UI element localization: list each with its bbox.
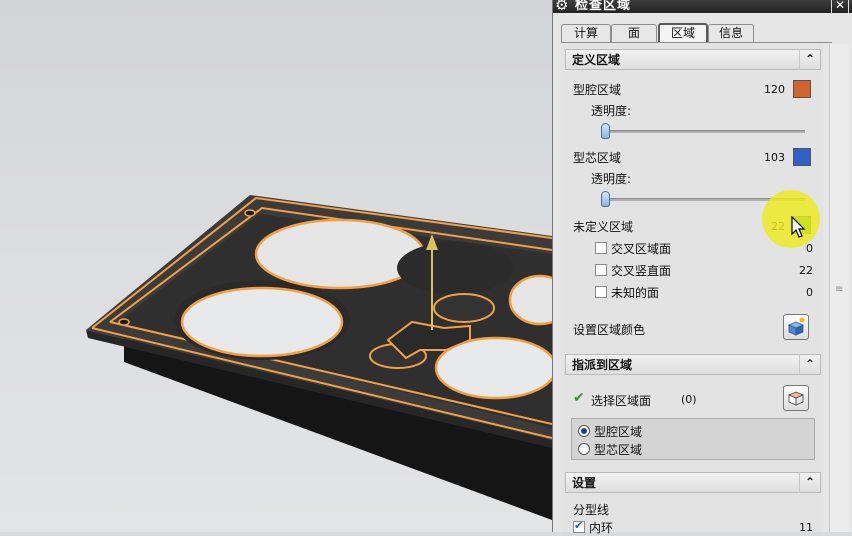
unknown-faces-count: 0 [806, 286, 813, 299]
radio-core-region[interactable] [578, 443, 590, 455]
mouse-pointer-icon [791, 216, 806, 238]
gear-icon[interactable]: ⚙ [555, 0, 568, 13]
parting-line-label: 分型线 [573, 503, 610, 517]
close-icon[interactable]: ✕ [831, 0, 849, 13]
tab-faces[interactable]: 面 [611, 24, 657, 42]
unknown-faces-checkbox[interactable] [595, 286, 607, 298]
core-region-label: 型芯区域 [573, 151, 622, 165]
intersect-vertical-faces-count: 22 [799, 264, 813, 277]
chevron-up-icon[interactable]: ⌃ [799, 49, 820, 70]
paint-cube-icon [787, 317, 805, 336]
dialog-scrollbar[interactable]: ≡ [829, 44, 849, 532]
cavity-region-label: 型腔区域 [573, 83, 622, 97]
inner-loop-label: 内环 [589, 521, 614, 535]
intersect-vertical-faces-label: 交叉竖直面 [611, 264, 672, 278]
set-region-color-label: 设置区域颜色 [573, 323, 646, 337]
corner-hole [118, 318, 130, 326]
radio-cavity-region[interactable] [578, 425, 590, 437]
core-region-count: 103 [764, 151, 785, 164]
section-assign-to-region[interactable]: 指派到区域 ⌃ [565, 354, 821, 375]
intersect-region-faces-checkbox[interactable] [595, 242, 607, 254]
region-radio-group: 型腔区域 型芯区域 [571, 418, 815, 460]
section-title: 设置 [572, 476, 597, 490]
cavity-transparency-label: 透明度: [591, 104, 632, 118]
intersect-vertical-faces-checkbox[interactable] [595, 264, 607, 276]
section-title: 指派到区域 [572, 358, 633, 372]
scrollbar-grip[interactable]: ≡ [835, 285, 844, 295]
tab-regions[interactable]: 区域 [658, 23, 708, 43]
section-title: 定义区域 [572, 53, 621, 67]
cavity-region-count: 120 [764, 83, 785, 96]
cavity-transparency-track[interactable] [601, 130, 805, 133]
dialog-title: 检查区域 [575, 0, 632, 13]
pocket-small [433, 293, 495, 323]
core-color-swatch[interactable] [793, 148, 811, 166]
chevron-up-icon[interactable]: ⌃ [799, 472, 820, 493]
tab-info[interactable]: 信息 [708, 24, 754, 42]
tab-divider [561, 42, 832, 43]
set-region-color-button[interactable] [783, 314, 809, 340]
radio-core-region-label[interactable]: 型芯区域 [594, 441, 642, 458]
radio-cavity-region-label[interactable]: 型腔区域 [594, 423, 642, 440]
corner-hole [244, 209, 256, 217]
pocket-mid [397, 242, 513, 294]
section-define-regions[interactable]: 定义区域 ⌃ [565, 49, 821, 70]
chevron-up-icon[interactable]: ⌃ [799, 354, 820, 375]
undefined-region-label: 未定义区域 [573, 220, 634, 234]
intersect-region-faces-label: 交叉区域面 [611, 242, 672, 256]
mold-plate-model[interactable] [0, 0, 552, 532]
select-faces-button[interactable] [783, 385, 809, 411]
dialog-titlebar[interactable]: ⚙ 检查区域 ✕ [553, 0, 852, 13]
pocket-left-opening [180, 286, 344, 358]
inner-loop-checkbox[interactable] [573, 519, 585, 533]
core-transparency-label: 透明度: [591, 172, 632, 186]
cavity-transparency-thumb[interactable] [601, 123, 610, 139]
3d-viewport[interactable] [0, 0, 552, 532]
cavity-color-swatch[interactable] [793, 80, 811, 98]
tab-calculate[interactable]: 计算 [561, 24, 611, 42]
select-region-faces-count: (0) [681, 393, 697, 406]
checkmark-icon: ✔ [573, 390, 585, 406]
check-regions-dialog: ⚙ 检查区域 ✕ 计算 面 区域 信息 定义区域 ⌃ 型腔区域 120 透明度:… [552, 0, 852, 535]
face-select-cube-icon [787, 391, 805, 406]
section-settings[interactable]: 设置 ⌃ [565, 472, 821, 493]
unknown-faces-label: 未知的面 [611, 286, 660, 300]
dialog-content: 定义区域 ⌃ 型腔区域 120 透明度: 型芯区域 103 透明度: 未定义区域… [561, 44, 823, 535]
inner-loop-count: 11 [799, 521, 813, 534]
select-region-faces-label: 选择区域面 [591, 394, 652, 408]
pocket-top-opening [254, 218, 426, 290]
core-transparency-thumb[interactable] [601, 191, 610, 207]
